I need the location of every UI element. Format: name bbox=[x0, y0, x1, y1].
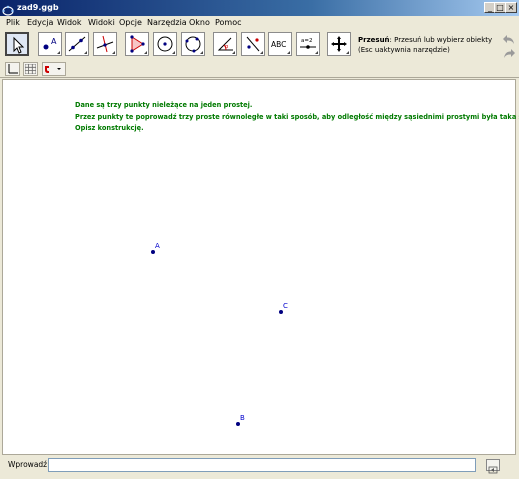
menu-okno[interactable]: Okno bbox=[189, 17, 210, 29]
style-bar bbox=[0, 61, 519, 78]
point-b-label[interactable]: B bbox=[240, 414, 245, 422]
move-tool-button[interactable] bbox=[5, 32, 29, 56]
point-a[interactable] bbox=[151, 250, 155, 254]
title-bar: zad9.ggb _ □ × bbox=[0, 0, 519, 16]
show-axes-button[interactable] bbox=[5, 62, 20, 76]
task-description: Dane są trzy punkty nieleżące na jeden p… bbox=[75, 100, 519, 135]
grid-icon bbox=[25, 64, 36, 74]
input-field[interactable] bbox=[48, 458, 476, 472]
window-title: zad9.ggb bbox=[17, 3, 59, 12]
geogebra-window: zad9.ggb _ □ × Plik Edycja Widok Widoki … bbox=[0, 0, 519, 476]
input-bar: Wprowadź: bbox=[0, 456, 519, 476]
move-tool-icon bbox=[13, 36, 25, 54]
undo-button[interactable] bbox=[502, 31, 516, 44]
svg-text:ABC: ABC bbox=[271, 40, 286, 49]
input-help-button[interactable] bbox=[486, 459, 500, 474]
graphics-view[interactable]: Dane są trzy punkty nieleżące na jeden p… bbox=[2, 79, 519, 455]
menu-widoki[interactable]: Widoki bbox=[88, 17, 115, 29]
circle-three-points-tool-button[interactable] bbox=[181, 32, 205, 56]
redo-icon bbox=[504, 49, 515, 58]
menu-opcje[interactable]: Opcje bbox=[119, 17, 142, 29]
keyboard-icon bbox=[488, 466, 498, 474]
redo-button[interactable] bbox=[502, 45, 516, 58]
menu-plik[interactable]: Plik bbox=[6, 17, 20, 29]
toolbar: A α ABC a=2 Przesuń: Przesuń lub wybierz… bbox=[0, 30, 519, 61]
angle-tool-button[interactable]: α bbox=[213, 32, 237, 56]
task-line-1: Dane są trzy punkty nieleżące na jeden p… bbox=[75, 101, 253, 109]
point-b[interactable] bbox=[236, 422, 240, 426]
svg-text:a=2: a=2 bbox=[301, 38, 312, 44]
show-grid-button[interactable] bbox=[23, 62, 38, 76]
task-line-2: Przez punkty te poprowadź trzy proste ró… bbox=[75, 112, 519, 121]
geogebra-logo-icon bbox=[2, 2, 14, 16]
tool-help-title: Przesuń bbox=[358, 36, 390, 44]
input-label: Wprowadź: bbox=[8, 460, 50, 469]
circle-tool-button[interactable] bbox=[153, 32, 177, 56]
slider-tool-button[interactable]: a=2 bbox=[296, 32, 320, 56]
menu-narzedzia[interactable]: Narzędzia bbox=[147, 17, 187, 29]
point-c-label[interactable]: C bbox=[283, 302, 288, 310]
axes-icon bbox=[8, 64, 18, 74]
reflect-tool-button[interactable] bbox=[241, 32, 265, 56]
point-a-label[interactable]: A bbox=[155, 242, 160, 250]
svg-text:A: A bbox=[51, 37, 57, 46]
text-tool-button[interactable]: ABC bbox=[268, 32, 292, 56]
point-c[interactable] bbox=[279, 310, 283, 314]
svg-text:α: α bbox=[225, 44, 229, 50]
tool-help-text: Przesuń: Przesuń lub wybierz obiekty (Es… bbox=[358, 35, 498, 55]
point-tool-button[interactable]: A bbox=[38, 32, 62, 56]
point-capturing-dropdown[interactable] bbox=[42, 62, 66, 76]
close-button[interactable]: × bbox=[505, 2, 517, 13]
menu-pomoc[interactable]: Pomoc bbox=[215, 17, 242, 29]
magnet-icon bbox=[45, 66, 61, 73]
line-tool-button[interactable] bbox=[65, 32, 89, 56]
perpendicular-line-tool-button[interactable] bbox=[93, 32, 117, 56]
task-line-3: Opisz konstrukcję. bbox=[75, 124, 144, 133]
menu-bar: Plik Edycja Widok Widoki Opcje Narzędzia… bbox=[0, 16, 519, 30]
tool-help-hint: (Esc uaktywnia narzędzie) bbox=[358, 46, 450, 54]
menu-widok[interactable]: Widok bbox=[57, 17, 82, 29]
menu-edycja[interactable]: Edycja bbox=[27, 17, 53, 29]
move-view-tool-button[interactable] bbox=[327, 32, 351, 56]
polygon-tool-button[interactable] bbox=[125, 32, 149, 56]
tool-help-description: : Przesuń lub wybierz obiekty bbox=[389, 36, 493, 44]
